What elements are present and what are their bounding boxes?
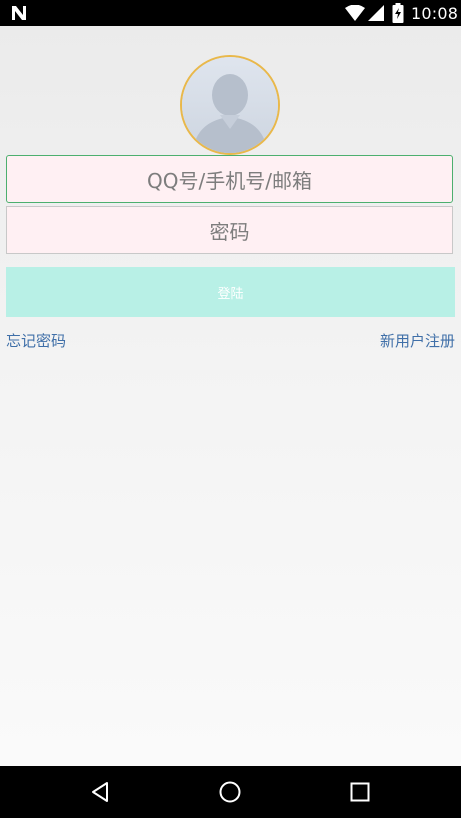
- account-input[interactable]: QQ号/手机号/邮箱: [6, 155, 453, 203]
- password-placeholder: 密码: [209, 219, 250, 244]
- forgot-password-link[interactable]: 忘记密码: [6, 330, 66, 351]
- navigation-bar: [0, 766, 461, 818]
- battery-icon: [392, 3, 404, 23]
- status-clock: 10:08: [411, 4, 459, 23]
- n-logo-icon: [12, 6, 26, 20]
- login-button[interactable]: 登陆: [6, 267, 455, 317]
- status-bar: 10:08: [0, 0, 461, 26]
- register-link[interactable]: 新用户注册: [380, 330, 455, 351]
- avatar[interactable]: [180, 55, 280, 155]
- account-placeholder: QQ号/手机号/邮箱: [147, 168, 312, 193]
- recents-icon[interactable]: [347, 779, 373, 805]
- default-avatar-icon: [182, 57, 278, 153]
- home-icon[interactable]: [217, 779, 243, 805]
- password-input[interactable]: 密码: [6, 206, 453, 254]
- back-icon[interactable]: [88, 779, 114, 805]
- wifi-icon: [345, 5, 365, 21]
- login-screen: QQ号/手机号/邮箱 密码 登陆 忘记密码 新用户注册: [0, 26, 461, 766]
- cell-signal-icon: [368, 5, 384, 21]
